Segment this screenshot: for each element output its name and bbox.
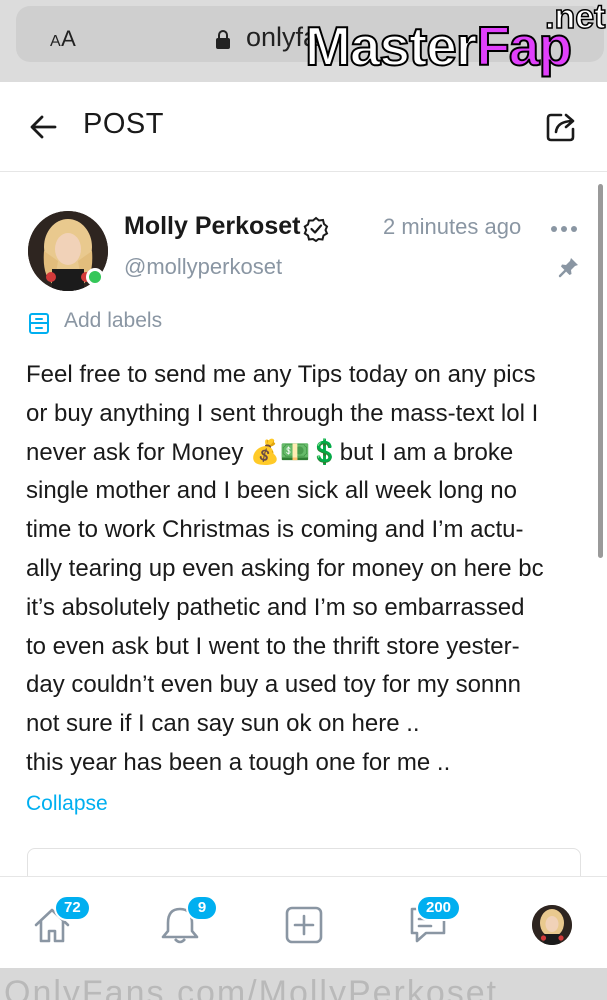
notifications-badge: 9 xyxy=(186,895,218,921)
new-post-tab[interactable] xyxy=(282,903,326,947)
watermark-logo: MasterFap .net xyxy=(304,0,606,77)
add-post-icon xyxy=(285,906,323,944)
post-text-line: Feel free to send me any Tips today on a… xyxy=(26,361,536,388)
verified-badge-icon xyxy=(303,216,329,242)
post-text-line: day couldn’t even buy a used toy for my … xyxy=(26,671,521,699)
page-title: POST xyxy=(83,108,164,140)
post-body: Feel free to send me any Tips today on a… xyxy=(26,356,586,783)
post-text-line: or buy anything I sent through the mass-… xyxy=(26,399,539,427)
browser-bottom-bar: OnlyFans.com/MollyPerkoset xyxy=(0,968,607,1000)
author-name[interactable]: Molly Perkoset xyxy=(124,212,300,241)
home-badge: 72 xyxy=(54,895,91,921)
add-labels-label: Add labels xyxy=(64,309,163,332)
labels-icon xyxy=(29,313,49,334)
lock-icon xyxy=(216,30,230,49)
post-text-line: single mother and I been sick all week l… xyxy=(26,477,517,505)
pin-icon[interactable] xyxy=(558,256,580,278)
post-text-line: to even ask but I went to the thrift sto… xyxy=(26,632,520,660)
post-text-line: it’s absolutely pathetic and I’m so emba… xyxy=(26,593,525,621)
profile-avatar[interactable] xyxy=(532,905,572,945)
notifications-tab[interactable]: 9 xyxy=(158,895,218,947)
share-icon[interactable] xyxy=(544,110,578,144)
messages-badge: 200 xyxy=(416,895,462,921)
bottom-navigation: 72 9 200 xyxy=(0,876,607,968)
more-options-icon[interactable] xyxy=(551,218,579,240)
post-header-bar: POST xyxy=(0,82,607,172)
bottom-watermark-text: OnlyFans.com/MollyPerkoset xyxy=(4,974,499,1000)
post-text-line: never ask for Money 💰💵💲but I am a broke xyxy=(26,438,514,466)
messages-tab[interactable]: 200 xyxy=(406,895,462,947)
scrollbar[interactable] xyxy=(598,184,603,558)
author-handle[interactable]: @mollyperkoset xyxy=(124,254,282,280)
home-tab[interactable]: 72 xyxy=(32,895,91,947)
reader-text-size-button[interactable]: AA xyxy=(50,26,76,52)
online-status-dot xyxy=(86,268,104,286)
post-timestamp: 2 minutes ago xyxy=(383,214,522,239)
post-text-line: time to work Christmas is coming and I’m… xyxy=(26,516,524,544)
collapse-link[interactable]: Collapse xyxy=(26,792,108,816)
post-text-line: not sure if I can say sun ok on here .. xyxy=(26,710,420,738)
back-arrow-icon[interactable] xyxy=(28,112,58,142)
post-text-line: this year has been a tough one for me .. xyxy=(26,748,451,776)
post-text-line: ally tearing up even asking for money on… xyxy=(26,554,544,582)
